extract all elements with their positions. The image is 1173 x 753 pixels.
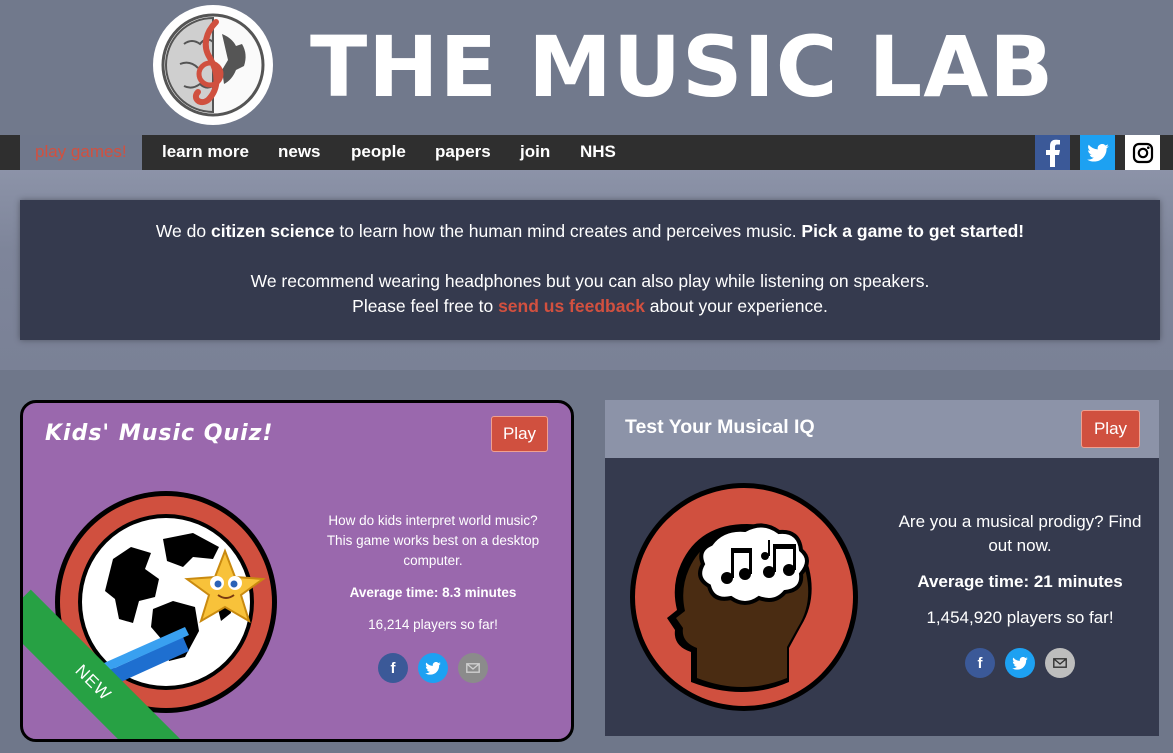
nav-learn-more[interactable]: learn more — [162, 135, 249, 170]
nav-play-games[interactable]: play games! — [20, 135, 142, 170]
players-count: 1,454,920 players so far! — [926, 608, 1114, 627]
play-button[interactable]: Play — [491, 416, 548, 452]
average-time: Average time: 21 minutes — [917, 572, 1123, 591]
game-card-musical-iq: Test Your Musical IQ Play Are you a musi… — [605, 400, 1159, 736]
facebook-icon[interactable] — [1035, 135, 1070, 170]
site-title: THE MUSIC LAB — [310, 18, 1055, 116]
intro-line-1: We do citizen science to learn how the h… — [155, 221, 1025, 241]
share-facebook-icon[interactable]: f — [965, 648, 995, 678]
average-time: Average time: 8.3 minutes — [349, 585, 517, 600]
game-title: Test Your Musical IQ — [625, 416, 815, 438]
play-button[interactable]: Play — [1081, 410, 1140, 448]
feedback-link[interactable]: send us feedback — [498, 296, 645, 316]
nav-nhs[interactable]: NHS — [580, 135, 616, 170]
share-email-icon[interactable] — [1045, 648, 1075, 678]
nav-people[interactable]: people — [351, 135, 406, 170]
card-header: Test Your Musical IQ Play — [605, 400, 1159, 458]
instagram-icon[interactable] — [1125, 135, 1160, 170]
nav-papers[interactable]: papers — [435, 135, 491, 170]
intro-box: We do citizen science to learn how the h… — [20, 200, 1160, 340]
game-description: Are you a musical prodigy? Find out now. — [898, 512, 1142, 555]
twitter-icon[interactable] — [1080, 135, 1115, 170]
share-twitter-icon[interactable] — [418, 653, 448, 683]
share-email-icon[interactable] — [458, 653, 488, 683]
site-header: THE MUSIC LAB — [0, 0, 1173, 135]
nav-join[interactable]: join — [520, 135, 550, 170]
game-title: Kids' Music Quiz! — [45, 421, 274, 446]
intro-line-2: We recommend wearing headphones but you … — [250, 271, 930, 291]
game-card-kids-music-quiz: Kids' Music Quiz! Play How do kids inter… — [20, 400, 574, 742]
players-count: 16,214 players so far! — [368, 617, 498, 632]
share-facebook-icon[interactable]: f — [378, 653, 408, 683]
musical-iq-image[interactable] — [629, 482, 859, 712]
intro-line-3: Please feel free to send us feedback abo… — [352, 296, 828, 316]
game-description: How do kids interpret world music? This … — [326, 513, 540, 568]
share-twitter-icon[interactable] — [1005, 648, 1035, 678]
music-lab-logo[interactable] — [152, 4, 274, 126]
main-nav: play games! learn more news people paper… — [0, 135, 1173, 170]
nav-news[interactable]: news — [278, 135, 321, 170]
